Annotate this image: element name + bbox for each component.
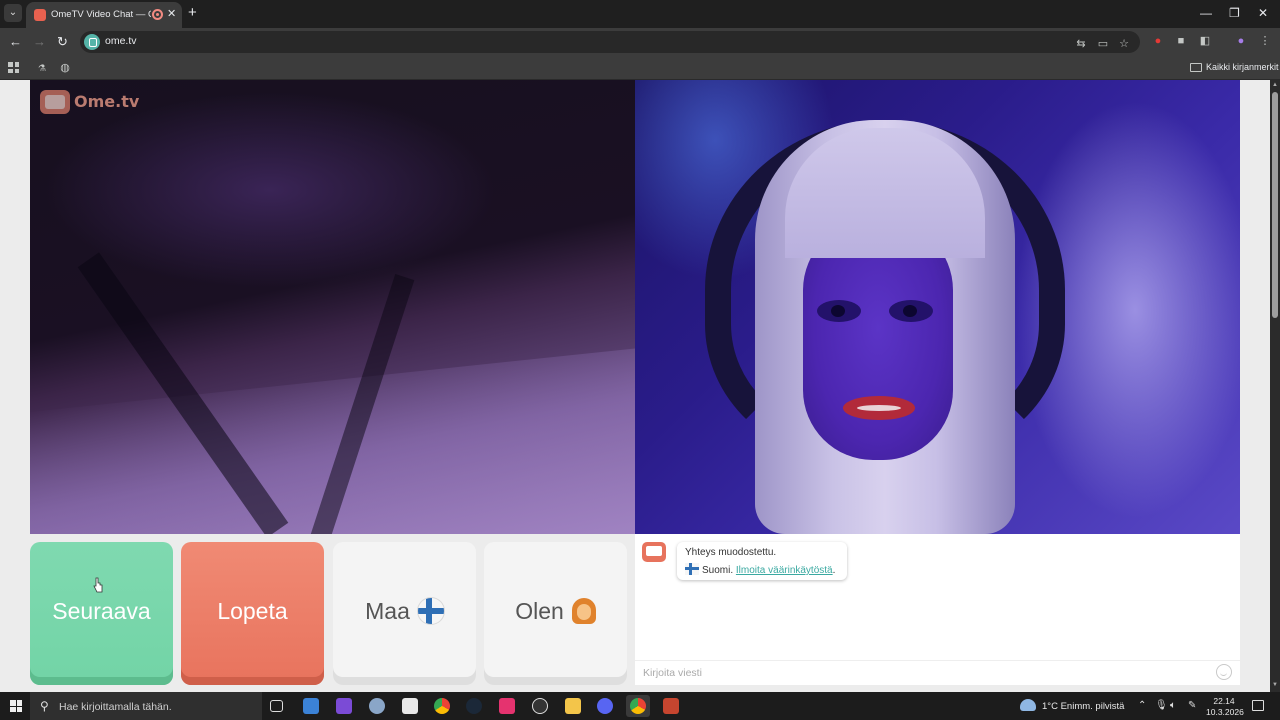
weather-desc: Enimm. pilvistä xyxy=(1060,701,1125,712)
file-explorer-icon[interactable] xyxy=(565,698,581,714)
finland-flag-icon xyxy=(685,563,699,575)
speaker-icon[interactable]: 🔈︎ xyxy=(1170,700,1176,711)
local-video xyxy=(30,80,635,534)
taskbar-search-placeholder: Hae kirjoittamalla tähän. xyxy=(59,701,172,713)
ometv-logo: Ome.tv xyxy=(40,88,139,116)
country-button[interactable]: Maa xyxy=(333,542,476,685)
country-name: Suomi. xyxy=(702,565,734,576)
site-info-icon[interactable] xyxy=(84,34,100,50)
tv-logo-icon xyxy=(40,90,70,114)
extension-red-icon[interactable]: ● xyxy=(1152,35,1164,47)
scroll-up-icon[interactable]: ▲ xyxy=(1272,82,1278,88)
clock-app-icon[interactable] xyxy=(532,698,548,714)
logo-text: Ome.tv xyxy=(74,92,140,111)
weather-text[interactable]: 1°C Enimm. pilvistä xyxy=(1042,701,1124,712)
eye-shape xyxy=(817,300,861,322)
partner-video xyxy=(635,80,1240,534)
gender-button-label: Olen xyxy=(515,597,564,624)
chat-message-input[interactable] xyxy=(635,660,1240,685)
discord-app-icon[interactable] xyxy=(597,698,613,714)
browser-tab[interactable]: OmeTV Video Chat — Omegle ✕ xyxy=(26,2,182,28)
weather-icon[interactable] xyxy=(1020,699,1036,711)
emoji-smiley-icon[interactable] xyxy=(1216,664,1232,680)
recording-indicator-icon xyxy=(152,9,163,20)
minimize-icon[interactable]: — xyxy=(1200,6,1212,20)
bookmark-extension-icon[interactable]: ⚗ xyxy=(36,62,48,74)
new-tab-icon[interactable]: + xyxy=(188,4,197,21)
windows-taskbar: ⚲ Hae kirjoittamalla tähän. 1°C Enimm. p… xyxy=(0,692,1280,720)
notification-icon[interactable] xyxy=(1252,700,1264,711)
bookmark-globe-icon[interactable]: ◍ xyxy=(59,62,71,74)
tab-title: OmeTV Video Chat — Omegle xyxy=(51,9,151,20)
forward-icon[interactable]: → xyxy=(33,34,46,49)
capcut-app-icon[interactable] xyxy=(402,698,418,714)
address-bar[interactable]: ome.tv ⇆ ▭ ☆ xyxy=(80,31,1140,53)
next-button[interactable]: Seuraava xyxy=(30,542,173,685)
store-app-icon[interactable] xyxy=(303,698,319,714)
profile-avatar-icon[interactable]: ● xyxy=(1235,35,1247,47)
weather-temp: 1°C xyxy=(1042,701,1058,712)
page-scrollbar[interactable]: ▲ ▼ xyxy=(1270,80,1280,692)
url-text: ome.tv xyxy=(105,35,137,47)
pen-icon[interactable]: ✎ xyxy=(1188,700,1196,711)
scroll-down-icon[interactable]: ▼ xyxy=(1272,682,1278,688)
window-close-icon[interactable]: ✕ xyxy=(1258,6,1268,20)
clock-date: 10.3.2026 xyxy=(1206,707,1244,717)
bookmark-star-icon[interactable]: ☆ xyxy=(1118,38,1130,50)
browser-toolbar: ← → ↻ ome.tv ⇆ ▭ ☆ ● ■ ◧ ● ⋮ xyxy=(0,28,1280,56)
country-button-label: Maa xyxy=(365,597,410,624)
all-bookmarks-label[interactable]: Kaikki kirjanmerkit xyxy=(1206,62,1279,72)
taskbar-search-box[interactable]: ⚲ Hae kirjoittamalla tähän. xyxy=(30,692,262,720)
stop-button[interactable]: Lopeta xyxy=(181,542,324,685)
extensions-puzzle-icon[interactable]: ◧ xyxy=(1199,35,1211,47)
reload-icon[interactable]: ↻ xyxy=(57,34,68,50)
system-message-bubble: Yhteys muodostettu. Suomi. Ilmoita vääri… xyxy=(677,542,847,580)
restore-icon[interactable]: ❐ xyxy=(1229,6,1240,20)
tab-close-icon[interactable]: ✕ xyxy=(167,7,176,20)
tab-favicon-icon xyxy=(34,9,46,21)
browser-tab-bar: ⌄ OmeTV Video Chat — Omegle ✕ + — ❐ ✕ xyxy=(0,0,1280,28)
tiktok-app-icon[interactable] xyxy=(499,698,515,714)
apps-grid-icon[interactable] xyxy=(8,62,19,73)
translate-icon[interactable]: ⇆ xyxy=(1075,38,1087,50)
microphone-icon[interactable]: 🎙︎ xyxy=(1155,700,1168,711)
scroll-thumb[interactable] xyxy=(1272,92,1278,318)
clock-time: 22.14 xyxy=(1213,696,1235,706)
system-app-icon[interactable] xyxy=(369,698,385,714)
tray-chevron-icon[interactable]: ⌃ xyxy=(1138,700,1146,711)
mouse-cursor-icon xyxy=(93,577,103,593)
stop-button-label: Lopeta xyxy=(217,597,288,624)
windows-start-icon[interactable] xyxy=(10,700,22,712)
task-view-icon[interactable] xyxy=(270,700,283,712)
taskbar-clock[interactable]: 22.14 10.3.2026 xyxy=(1206,696,1244,718)
chrome-app-icon[interactable] xyxy=(434,698,450,714)
back-icon[interactable]: ← xyxy=(9,34,22,49)
gender-button[interactable]: Olen xyxy=(484,542,627,685)
steam-app-icon[interactable] xyxy=(466,698,482,714)
connection-message: Yhteys muodostettu. xyxy=(685,547,777,558)
report-abuse-link[interactable]: Ilmoita väärinkäytöstä xyxy=(736,565,833,576)
cast-icon[interactable]: ▭ xyxy=(1097,38,1109,50)
search-icon: ⚲ xyxy=(40,699,49,713)
finland-flag-icon xyxy=(417,597,444,624)
female-emoji-icon xyxy=(571,597,596,624)
recording-app-icon[interactable] xyxy=(663,698,679,714)
menu-dots-icon[interactable]: ⋮ xyxy=(1259,35,1271,47)
lips-shape xyxy=(843,396,915,420)
extension-gray-icon[interactable]: ■ xyxy=(1175,35,1187,47)
next-button-label: Seuraava xyxy=(52,597,151,624)
tab-search-icon[interactable]: ⌄ xyxy=(4,4,22,22)
country-message: Suomi. Ilmoita väärinkäytöstä. xyxy=(685,563,835,576)
chrome-active-icon[interactable] xyxy=(630,698,646,714)
chat-ometv-icon xyxy=(642,542,666,562)
media-app-icon[interactable] xyxy=(336,698,352,714)
bookmarks-folder-icon[interactable] xyxy=(1190,63,1202,72)
eye-shape xyxy=(889,300,933,322)
report-suffix: . xyxy=(832,565,836,576)
bookmarks-bar: ⚗ ◍ Kaikki kirjanmerkit xyxy=(0,56,1280,80)
